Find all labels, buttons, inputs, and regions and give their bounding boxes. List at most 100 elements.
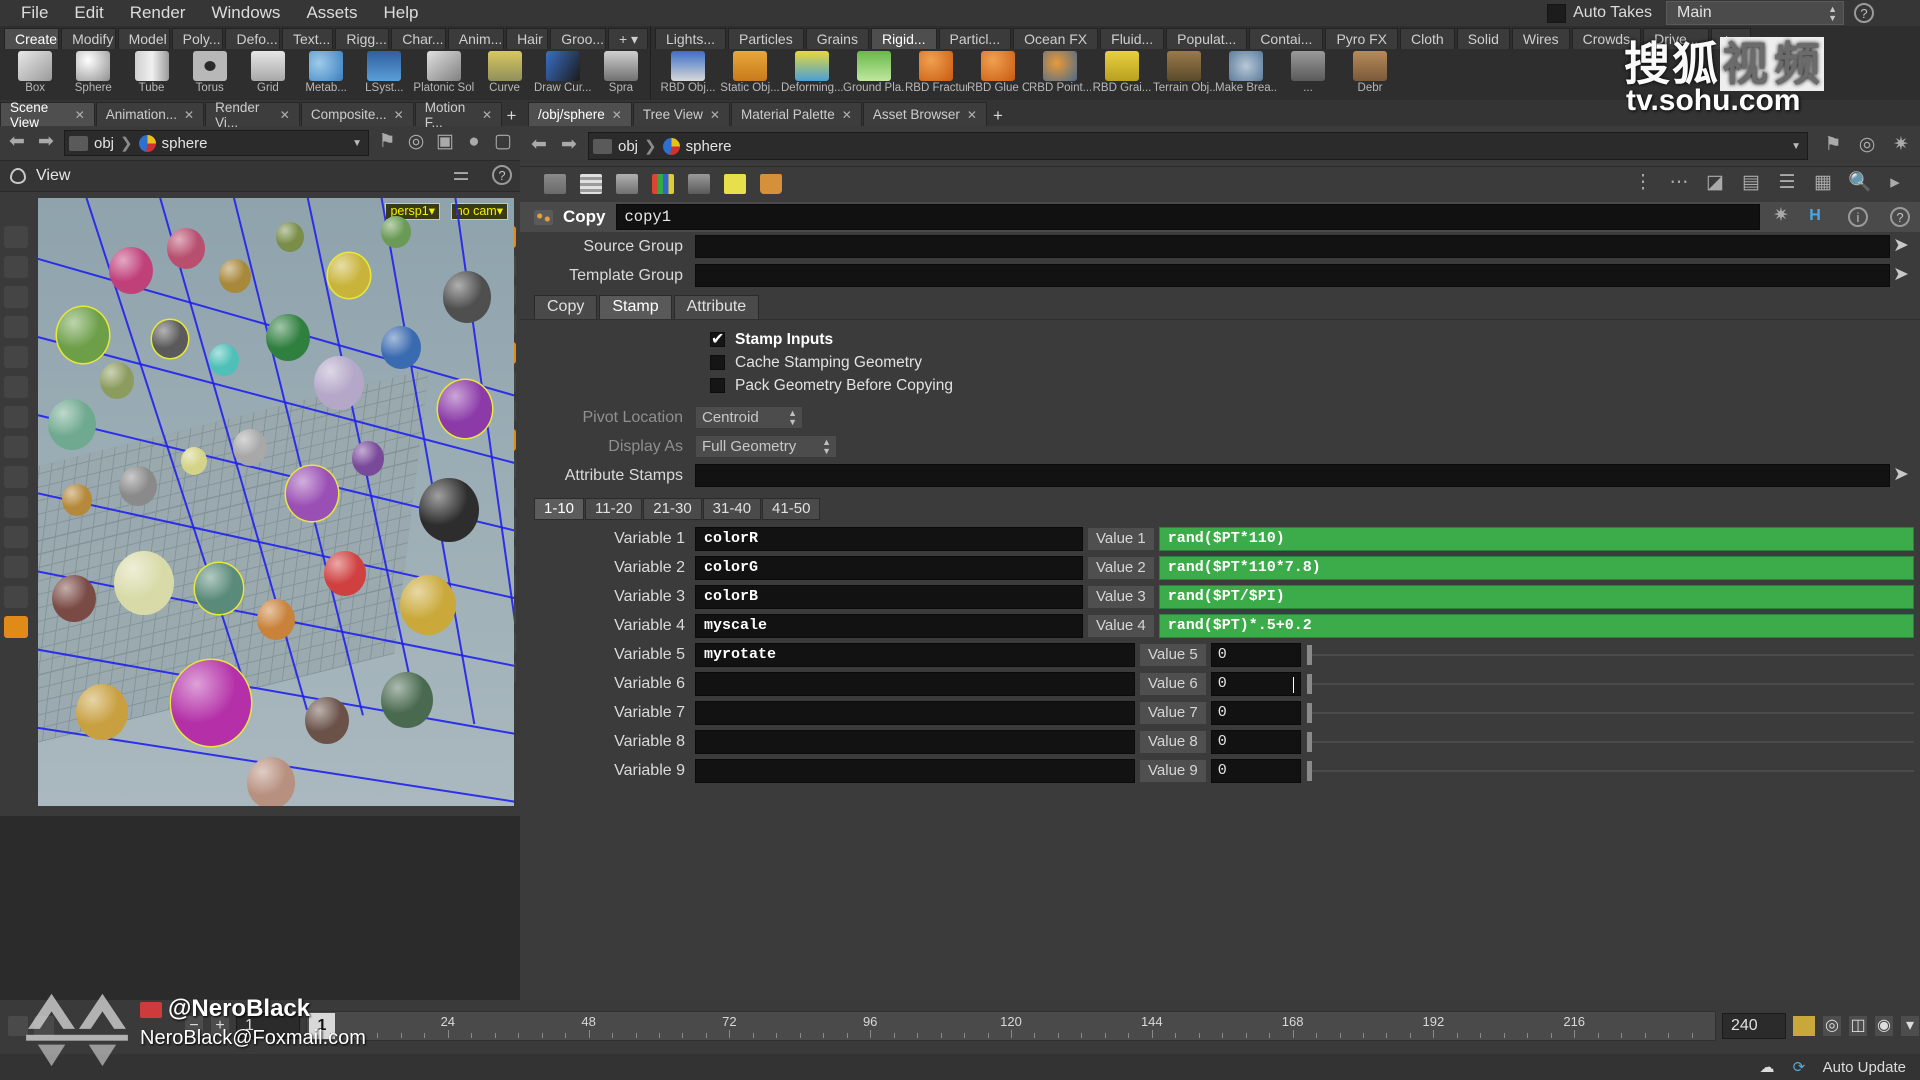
shelf-item-platonic-sol-[interactable]: Platonic Sol... <box>413 51 475 94</box>
shelf-tab-char-[interactable]: Char... <box>391 28 446 49</box>
details-icon[interactable] <box>616 173 638 194</box>
display-as-menu[interactable]: Full Geometry ▲ ▼ <box>695 435 837 458</box>
shelf-tab-poly-[interactable]: Poly... <box>171 28 224 49</box>
menu-item-render[interactable]: Render <box>117 0 199 26</box>
shelf-tab--[interactable]: + <box>1711 28 1752 49</box>
pan-icon[interactable] <box>4 556 28 578</box>
value-number-input[interactable]: 0 <box>1210 758 1301 783</box>
parameter-path-field[interactable]: obj ❯ sphere ▼ <box>588 132 1808 160</box>
shelf-tab-create[interactable]: Create <box>4 28 60 49</box>
scene-tab-motion-f-[interactable]: Motion F... ✕ <box>414 100 503 130</box>
audio-icon[interactable]: ◉ <box>1874 1015 1894 1037</box>
shelf-item-tube[interactable]: Tube <box>122 51 180 94</box>
shelf-tab-particles[interactable]: Particles <box>728 28 804 49</box>
shelf-item-spra[interactable]: Spra <box>592 51 650 94</box>
plane-icon[interactable]: ▢ <box>492 132 514 154</box>
parameter-icon[interactable] <box>688 173 710 194</box>
value-slider[interactable] <box>1306 731 1915 753</box>
close-icon[interactable]: ✕ <box>612 108 622 122</box>
slider-knob[interactable] <box>1306 644 1312 665</box>
shelf-tab-particl-[interactable]: Particl... <box>938 28 1012 49</box>
checkbox-cache-stamping-geometry[interactable] <box>710 355 725 370</box>
timeline-menu-icon[interactable]: ▾ <box>1900 1015 1920 1037</box>
slider-knob[interactable] <box>1306 731 1312 752</box>
value-expression-input[interactable]: rand($PT*110) <box>1158 526 1914 551</box>
param-breadcrumb-obj[interactable]: obj <box>618 138 638 155</box>
shelf-tab-fluid-[interactable]: Fluid... <box>1100 28 1165 49</box>
value-expression-input[interactable]: rand($PT/$PI) <box>1158 584 1914 609</box>
shelf-tab-wires[interactable]: Wires <box>1511 28 1570 49</box>
close-icon[interactable]: ✕ <box>184 108 194 122</box>
variable-name-input[interactable]: myscale <box>695 613 1083 638</box>
basket-icon[interactable] <box>760 173 782 194</box>
notes-icon[interactable] <box>724 173 746 194</box>
page-tab-41-50[interactable]: 41-50 <box>762 498 821 520</box>
param-folder-tab-stamp[interactable]: Stamp <box>599 295 672 319</box>
align-icon[interactable]: ⋮ <box>1632 172 1654 195</box>
close-icon[interactable]: ✕ <box>710 108 720 122</box>
value-number-input[interactable]: 0 <box>1210 671 1301 696</box>
variable-name-input[interactable] <box>695 700 1135 725</box>
handle-icon[interactable] <box>4 256 28 278</box>
back-button[interactable]: ⬅ <box>6 132 28 154</box>
node-name-field[interactable]: copy1 <box>615 204 1760 230</box>
color-palette-icon[interactable] <box>652 173 674 194</box>
shelf-tab-anim-[interactable]: Anim... <box>447 28 505 49</box>
forward-button[interactable]: ➡ <box>35 132 57 154</box>
shelf-tab-cloth[interactable]: Cloth <box>1400 28 1455 49</box>
shelf-item-rbd-point-[interactable]: RBD Point... <box>1029 51 1091 94</box>
variable-name-input[interactable]: colorR <box>695 526 1083 551</box>
value-slider[interactable] <box>1306 673 1915 695</box>
soft-icon[interactable] <box>4 436 28 458</box>
shelf-item-rbd-fractur-[interactable]: RBD Fractur... <box>905 51 967 94</box>
variable-name-input[interactable] <box>695 729 1135 754</box>
3d-viewport[interactable]: persp1▾ no cam▾ <box>38 198 514 806</box>
shelf-tab-hair[interactable]: Hair <box>506 28 549 49</box>
param-folder-tab-copy[interactable]: Copy <box>534 295 598 319</box>
tree-list-icon[interactable] <box>544 173 566 194</box>
scene-tab-composite-[interactable]: Composite... ✕ <box>300 102 414 126</box>
variable-name-input[interactable]: myrotate <box>695 642 1135 667</box>
grid-icon[interactable]: ▦ <box>1812 172 1834 195</box>
variable-name-input[interactable] <box>695 671 1135 696</box>
layout-icon[interactable]: ⚌ <box>450 165 472 187</box>
param-breadcrumb-sphere[interactable]: sphere <box>686 138 732 155</box>
shelf-tab-grains[interactable]: Grains <box>805 28 869 49</box>
scale-icon[interactable] <box>4 346 28 368</box>
close-icon[interactable]: ✕ <box>842 108 852 122</box>
source-group-input[interactable] <box>695 235 1890 258</box>
value-number-input[interactable]: 0 <box>1210 729 1301 754</box>
shelf-tab-pyro-fx[interactable]: Pyro FX <box>1325 28 1399 49</box>
bars-icon[interactable]: ▤ <box>1740 172 1762 195</box>
chart-icon[interactable]: ◪ <box>1704 172 1726 195</box>
shelf-item-rbd-glue-o-[interactable]: RBD Glue O... <box>967 51 1029 94</box>
shelf-item-curve[interactable]: Curve <box>475 51 533 94</box>
value-number-input[interactable]: 0 <box>1210 642 1301 667</box>
menu-item-edit[interactable]: Edit <box>61 0 116 26</box>
param-forward-button[interactable]: ➡ <box>558 135 580 157</box>
shelf-tab-defo-[interactable]: Defo... <box>225 28 280 49</box>
home-icon[interactable] <box>4 616 28 638</box>
shelf-item-make-brea-[interactable]: Make Brea... <box>1215 51 1277 94</box>
shelf-item-static-obj-[interactable]: Static Obj... <box>719 51 781 94</box>
scene-path-field[interactable]: obj ❯ sphere ▼ <box>64 130 369 156</box>
shelf-tab-crowds[interactable]: Crowds <box>1571 28 1642 49</box>
take-selector[interactable]: Main ▲ ▼ <box>1666 1 1844 25</box>
axis-icon[interactable] <box>4 496 28 518</box>
sphere-small-icon[interactable]: ● <box>463 132 485 154</box>
pin-icon[interactable]: ⚑ <box>376 132 398 154</box>
value-expression-input[interactable]: rand($PT)*.5+0.2 <box>1158 613 1914 638</box>
slider-knob[interactable] <box>1306 702 1312 723</box>
checkbox-stamp-inputs[interactable] <box>710 329 725 349</box>
shelf-tab-model[interactable]: Model <box>117 28 170 49</box>
shelf-tab-contai-[interactable]: Contai... <box>1249 28 1324 49</box>
slider-knob[interactable] <box>1306 760 1312 781</box>
shelf-item-rbd-grai-[interactable]: RBD Grai... <box>1091 51 1153 94</box>
shelf-item-grid[interactable]: Grid <box>239 51 297 94</box>
zoom-icon[interactable] <box>4 586 28 608</box>
scene-tab-render-vi-[interactable]: Render Vi... ✕ <box>205 100 300 130</box>
close-icon[interactable]: ✕ <box>75 108 85 122</box>
target-icon[interactable]: ◎ <box>1856 135 1878 157</box>
view-icon[interactable] <box>4 466 28 488</box>
param-tab-asset-browser[interactable]: Asset Browser ✕ <box>862 102 987 126</box>
